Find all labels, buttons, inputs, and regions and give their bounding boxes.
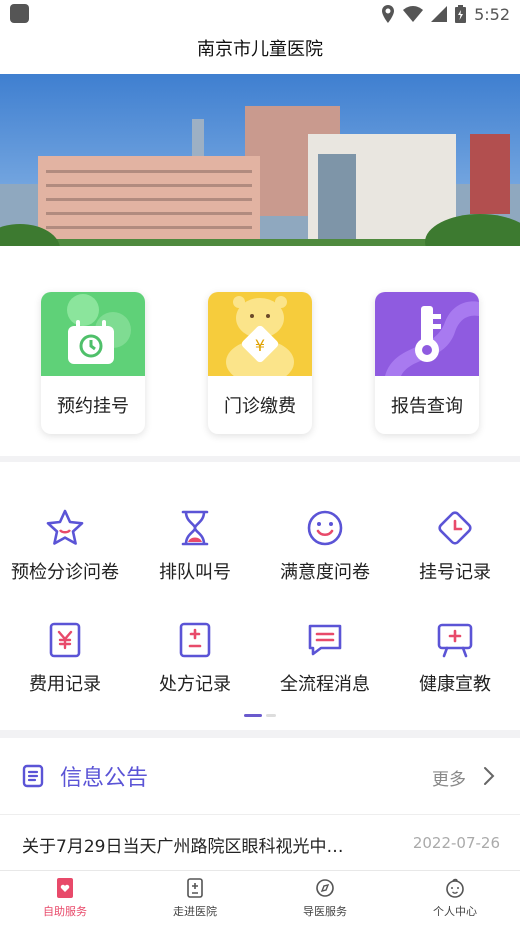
- service-health-education[interactable]: 健康宣教: [390, 620, 520, 696]
- service-satisfaction-survey[interactable]: 满意度问卷: [260, 508, 390, 584]
- quick-action-label: 报告查询: [391, 396, 463, 417]
- notification-icon: [10, 4, 29, 23]
- quick-action-appointment[interactable]: 预约挂号: [41, 292, 145, 434]
- notice-more-link[interactable]: 更多: [432, 765, 466, 790]
- service-label: 预检分诊问卷: [11, 562, 119, 583]
- service-label: 费用记录: [29, 674, 101, 695]
- service-prescription-records[interactable]: 处方记录: [130, 620, 260, 696]
- service-label: 全流程消息: [280, 674, 370, 695]
- hospital-info-icon: [187, 878, 203, 898]
- page-dot: [266, 714, 276, 717]
- message-icon: [308, 624, 342, 656]
- quick-action-label: 门诊缴费: [224, 396, 296, 417]
- star-icon: [46, 509, 84, 545]
- service-label: 满意度问卷: [280, 562, 370, 583]
- tab-guide-service[interactable]: 导医服务: [260, 877, 390, 919]
- smiley-icon: [307, 510, 343, 546]
- battery-icon: [455, 5, 467, 23]
- status-bar: 5:52: [0, 0, 520, 30]
- yuan-bear-icon: ¥: [208, 292, 312, 376]
- signal-icon: [431, 6, 448, 22]
- yuan-card-icon: [49, 622, 81, 658]
- service-triage-questionnaire[interactable]: 预检分诊问卷: [0, 508, 130, 584]
- quick-action-report[interactable]: 报告查询: [375, 292, 479, 434]
- notice-header: 信息公告 更多: [0, 738, 520, 815]
- status-time: 5:52: [474, 4, 510, 24]
- page-indicator: [0, 714, 520, 718]
- tab-personal-center[interactable]: 个人中心: [390, 877, 520, 919]
- tab-label: 导医服务: [303, 905, 347, 918]
- tab-hospital-info[interactable]: 走进医院: [130, 877, 260, 919]
- location-icon: [382, 5, 395, 23]
- service-queue-calling[interactable]: 排队叫号: [130, 508, 260, 584]
- wifi-icon: [403, 6, 424, 22]
- service-label: 排队叫号: [159, 562, 231, 583]
- prescription-icon: [179, 622, 211, 658]
- notice-item[interactable]: 关于7月29日当天广州路院区眼科视光中… 2022-07-26: [0, 830, 520, 870]
- quick-actions: 预约挂号 ¥ 门诊缴费 报告查询: [0, 246, 520, 456]
- bottom-tab-bar: 自助服务 走进医院 导医服务 个人中心: [0, 870, 520, 925]
- hourglass-icon: [181, 510, 209, 546]
- notice-title: 信息公告: [60, 766, 149, 791]
- chevron-right-icon[interactable]: [482, 766, 496, 786]
- notice-item-date: 2022-07-26: [412, 834, 500, 852]
- service-fee-records[interactable]: 费用记录: [0, 620, 130, 696]
- page-title: 南京市儿童医院: [0, 30, 520, 74]
- compass-icon: [316, 879, 334, 897]
- calendar-clock-icon: [41, 292, 145, 376]
- self-service-icon: [57, 878, 73, 898]
- tab-label: 走进医院: [173, 905, 217, 918]
- clock-diamond-icon: [438, 511, 472, 545]
- notice-item-text: 关于7月29日当天广州路院区眼科视光中…: [22, 837, 344, 857]
- services-grid: 预检分诊问卷 排队叫号 满意度问卷 挂号记录 费用记录 处方记录 全流程消息 健…: [0, 462, 520, 730]
- key-icon: [375, 292, 479, 376]
- status-icons: 5:52: [381, 4, 510, 24]
- service-label: 处方记录: [159, 674, 231, 695]
- tab-self-service[interactable]: 自助服务: [0, 877, 130, 919]
- service-registration-records[interactable]: 挂号记录: [390, 508, 520, 584]
- service-label: 健康宣教: [419, 674, 491, 695]
- quick-action-label: 预约挂号: [57, 396, 129, 417]
- baby-face-icon: [446, 878, 464, 898]
- tab-label: 个人中心: [433, 905, 477, 918]
- page-dot-active: [244, 714, 262, 717]
- easel-icon: [437, 623, 473, 658]
- quick-action-payment[interactable]: ¥ 门诊缴费: [208, 292, 312, 434]
- service-full-process-messages[interactable]: 全流程消息: [260, 620, 390, 696]
- service-label: 挂号记录: [419, 562, 491, 583]
- notice-section: 信息公告 更多 关于7月29日当天广州路院区眼科视光中… 2022-07-26: [0, 738, 520, 870]
- tab-label: 自助服务: [43, 905, 87, 918]
- document-icon: [22, 764, 44, 788]
- svg-text:¥: ¥: [255, 336, 265, 355]
